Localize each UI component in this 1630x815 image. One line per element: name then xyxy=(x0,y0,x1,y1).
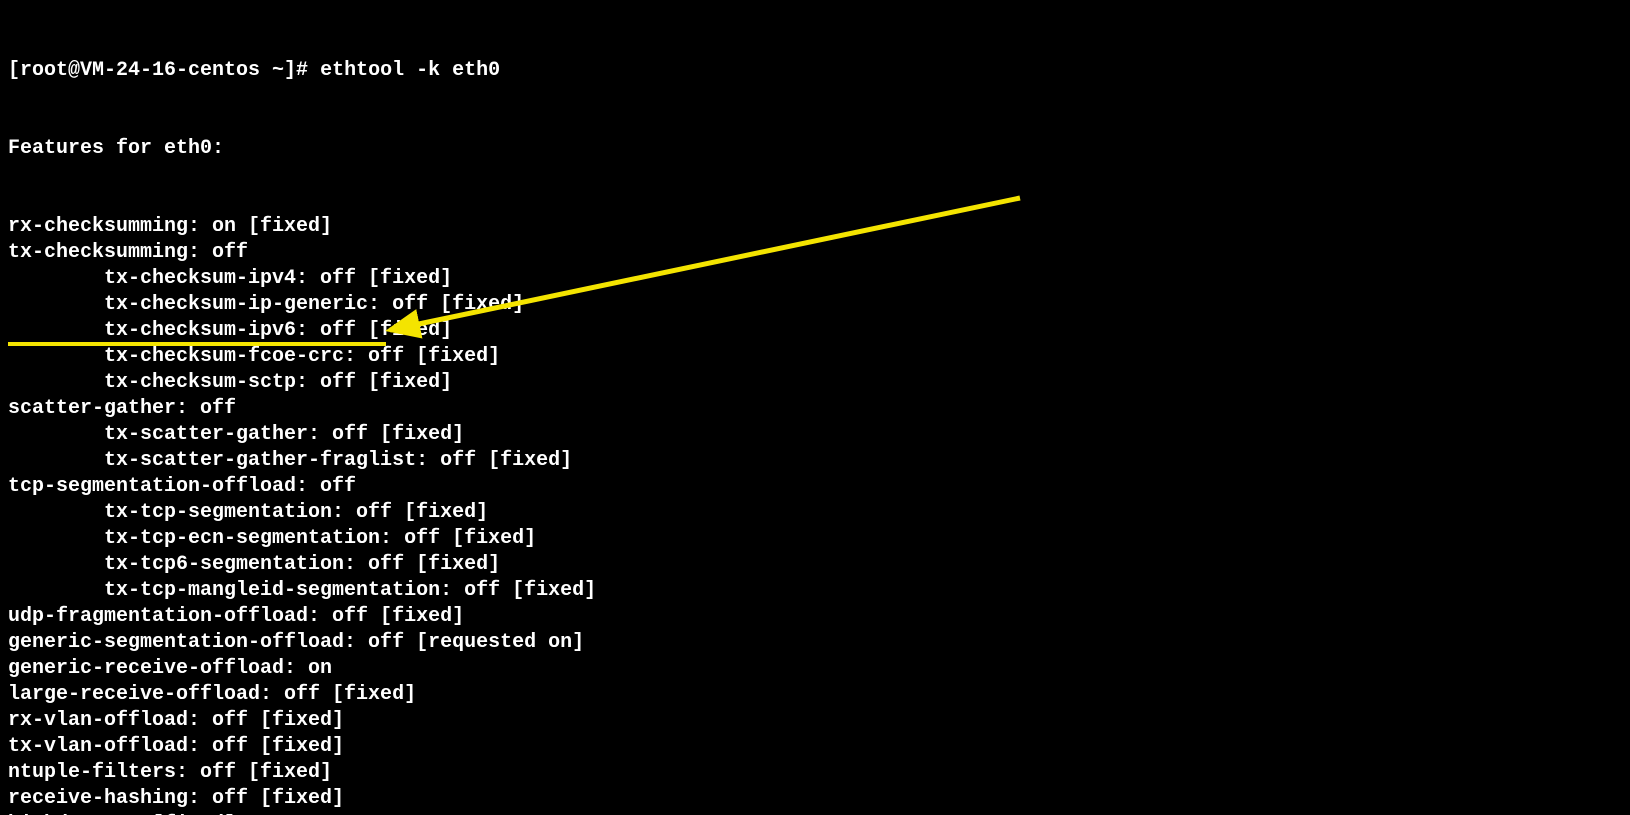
output-line: tx-checksum-ipv4: off [fixed] xyxy=(8,266,1622,292)
output-line: tx-vlan-offload: off [fixed] xyxy=(8,734,1622,760)
output-line: tx-checksum-sctp: off [fixed] xyxy=(8,370,1622,396)
output-text: tcp-segmentation-offload: off xyxy=(8,475,356,498)
output-line: rx-vlan-offload: off [fixed] xyxy=(8,708,1622,734)
output-line: scatter-gather: off xyxy=(8,396,1622,422)
output-text: tx-tcp6-segmentation: off [fixed] xyxy=(104,553,500,576)
features-header: Features for eth0: xyxy=(8,136,1622,162)
output-text: tx-checksum-ip-generic: off [fixed] xyxy=(104,293,524,316)
output-line: tx-tcp-ecn-segmentation: off [fixed] xyxy=(8,526,1622,552)
output-text: scatter-gather: off xyxy=(8,397,236,420)
output-line: tx-checksum-ip-generic: off [fixed] xyxy=(8,292,1622,318)
output-line: tx-checksum-ipv6: off [fixed] xyxy=(8,318,1622,344)
output-text: tx-scatter-gather-fraglist: off [fixed] xyxy=(104,449,572,472)
output-line: generic-segmentation-offload: off [reque… xyxy=(8,630,1622,656)
output-line: tx-tcp-segmentation: off [fixed] xyxy=(8,500,1622,526)
output-line: generic-receive-offload: on xyxy=(8,656,1622,682)
output-text: udp-fragmentation-offload: off [fixed] xyxy=(8,605,464,628)
terminal-output[interactable]: [root@VM-24-16-centos ~]# ethtool -k eth… xyxy=(0,0,1630,815)
output-line: large-receive-offload: off [fixed] xyxy=(8,682,1622,708)
output-line: tx-tcp6-segmentation: off [fixed] xyxy=(8,552,1622,578)
output-line: tcp-segmentation-offload: off xyxy=(8,474,1622,500)
output-text: receive-hashing: off [fixed] xyxy=(8,787,344,810)
output-text: generic-receive-offload: on xyxy=(8,657,332,680)
output-text: tx-tcp-mangleid-segmentation: off [fixed… xyxy=(104,579,596,602)
output-text: large-receive-offload: off [fixed] xyxy=(8,683,416,706)
output-text: tx-checksum-ipv4: off [fixed] xyxy=(104,267,452,290)
output-line: tx-scatter-gather-fraglist: off [fixed] xyxy=(8,448,1622,474)
output-text: tx-tcp-ecn-segmentation: off [fixed] xyxy=(104,527,536,550)
output-text: tx-scatter-gather: off [fixed] xyxy=(104,423,464,446)
output-line: tx-scatter-gather: off [fixed] xyxy=(8,422,1622,448)
prompt-user-host: [root@VM-24-16-centos ~]# xyxy=(8,59,320,82)
output-text: generic-segmentation-offload: off [reque… xyxy=(8,631,584,654)
output-text: tx-checksum-sctp: off [fixed] xyxy=(104,371,452,394)
output-text: tx-vlan-offload: off [fixed] xyxy=(8,735,344,758)
output-text: tx-tcp-segmentation: off [fixed] xyxy=(104,501,488,524)
output-line: rx-checksumming: on [fixed] xyxy=(8,214,1622,240)
output-text: rx-vlan-offload: off [fixed] xyxy=(8,709,344,732)
output-text: tx-checksum-fcoe-crc: off [fixed] xyxy=(104,345,500,368)
prompt-command: ethtool -k eth0 xyxy=(320,59,500,82)
output-text: rx-checksumming: on [fixed] xyxy=(8,215,332,238)
output-line: tx-checksum-fcoe-crc: off [fixed] xyxy=(8,344,1622,370)
output-text: tx-checksum-ipv6: off [fixed] xyxy=(104,319,452,342)
output-line: tx-checksumming: off xyxy=(8,240,1622,266)
output-line: udp-fragmentation-offload: off [fixed] xyxy=(8,604,1622,630)
output-line: tx-tcp-mangleid-segmentation: off [fixed… xyxy=(8,578,1622,604)
output-text: ntuple-filters: off [fixed] xyxy=(8,761,332,784)
prompt-line: [root@VM-24-16-centos ~]# ethtool -k eth… xyxy=(8,58,1622,84)
output-line: receive-hashing: off [fixed] xyxy=(8,786,1622,812)
output-line: ntuple-filters: off [fixed] xyxy=(8,760,1622,786)
output-text: tx-checksumming: off xyxy=(8,241,248,264)
